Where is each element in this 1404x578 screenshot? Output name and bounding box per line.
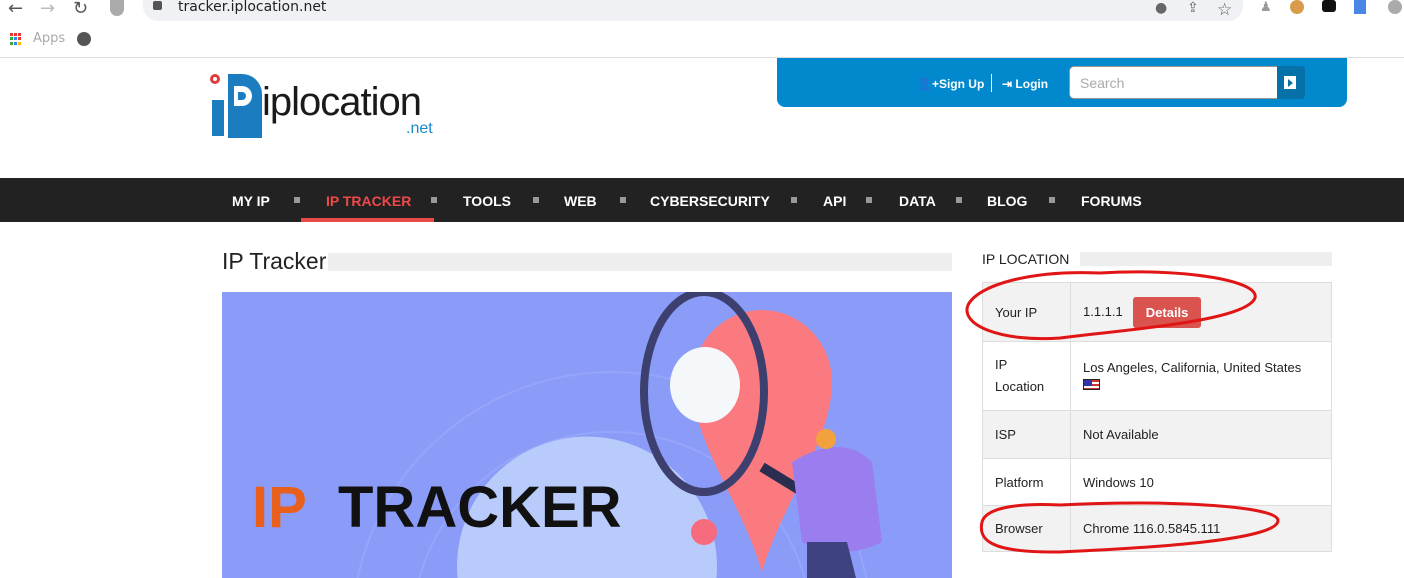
row-value: Los Angeles, California, United States <box>1070 341 1332 411</box>
nav-separator <box>956 197 962 203</box>
nav-separator <box>533 197 539 203</box>
ip-info-table: Your IP 1.1.1.1 Details IP Location Los A… <box>982 282 1332 552</box>
login-label: Login <box>1015 77 1049 91</box>
nav-ip-tracker[interactable]: IP TRACKER <box>326 193 411 209</box>
signup-link[interactable]: 👤+Sign Up <box>917 77 984 91</box>
table-row: Browser Chrome 116.0.5845.111 <box>982 505 1332 552</box>
cookie-blocked-icon[interactable]: ● <box>1155 0 1167 16</box>
nav-separator <box>866 197 872 203</box>
row-value: Not Available <box>1070 410 1332 459</box>
shield-icon[interactable] <box>110 0 124 16</box>
nav-separator <box>431 197 437 203</box>
nav-separator <box>791 197 797 203</box>
nav-my-ip[interactable]: MY IP <box>232 193 270 209</box>
nav-data[interactable]: DATA <box>899 193 936 209</box>
bookmark-star-icon[interactable]: ☆ <box>1217 0 1232 20</box>
table-row: Platform Windows 10 <box>982 458 1332 506</box>
row-label: Browser <box>982 505 1071 552</box>
translate-icon[interactable] <box>1354 0 1366 14</box>
us-flag-icon <box>1083 378 1100 390</box>
forward-icon[interactable]: → <box>40 0 55 19</box>
row-label: Platform <box>982 458 1071 506</box>
nav-separator <box>294 197 300 203</box>
lock-icon[interactable] <box>153 1 162 10</box>
search-input[interactable]: Search <box>1069 66 1279 99</box>
search-button[interactable] <box>1277 66 1305 99</box>
logo-suffix: .net <box>406 120 433 137</box>
login-link[interactable]: ⇥ Login <box>1002 77 1048 91</box>
profile-icon[interactable] <box>1388 0 1402 14</box>
page-title: IP Tracker <box>222 248 327 274</box>
globe-icon[interactable] <box>77 32 91 46</box>
title-decoration <box>1080 252 1332 266</box>
nav-tools[interactable]: TOOLS <box>463 193 511 209</box>
extension-glasses-icon[interactable] <box>1322 0 1336 12</box>
nav-web[interactable]: WEB <box>564 193 597 209</box>
nav-forums[interactable]: FORUMS <box>1081 193 1142 209</box>
row-label: ISP <box>982 410 1071 459</box>
apps-icon[interactable] <box>10 33 22 45</box>
divider <box>991 74 992 92</box>
nav-api[interactable]: API <box>823 193 846 209</box>
nav-blog[interactable]: BLOG <box>987 193 1027 209</box>
nav-separator <box>1049 197 1055 203</box>
nav-cybersecurity[interactable]: CYBERSECURITY <box>650 193 770 209</box>
row-value: Windows 10 <box>1070 458 1332 506</box>
nav-separator <box>620 197 626 203</box>
login-icon: ⇥ <box>1002 77 1013 91</box>
table-row: ISP Not Available <box>982 410 1332 459</box>
logo-text[interactable]: iplocation <box>262 80 422 125</box>
table-row: Your IP 1.1.1.1 Details <box>982 282 1332 342</box>
extension-icon[interactable]: ♟ <box>1260 0 1272 15</box>
cookie-extension-icon[interactable] <box>1290 0 1304 14</box>
banner-word-ip: IP <box>252 475 307 540</box>
title-decoration <box>328 253 952 271</box>
user-plus-icon: 👤+ <box>917 77 939 91</box>
back-icon[interactable]: ← <box>8 0 23 19</box>
row-value: Chrome 116.0.5845.111 <box>1070 505 1332 552</box>
table-row: IP Location Los Angeles, California, Uni… <box>982 341 1332 411</box>
person-illustration <box>792 447 882 552</box>
location-value: Los Angeles, California, United States <box>1083 359 1302 375</box>
active-nav-indicator <box>301 218 434 222</box>
details-button[interactable]: Details <box>1132 296 1202 328</box>
ip-tracker-banner: IP TRACKER <box>222 292 952 578</box>
row-label: IP Location <box>982 341 1071 411</box>
row-value: 1.1.1.1 Details <box>1070 282 1332 342</box>
ip-value: 1.1.1.1 <box>1083 303 1123 319</box>
signup-label: Sign Up <box>938 77 985 91</box>
apps-bookmark[interactable]: Apps <box>33 31 65 46</box>
url-text[interactable]: tracker.iplocation.net <box>178 0 326 15</box>
logo-icon[interactable] <box>208 72 264 140</box>
share-icon[interactable]: ⇪ <box>1187 0 1199 16</box>
reload-icon[interactable]: ↻ <box>73 0 88 19</box>
sidebar-title: IP LOCATION <box>982 251 1070 267</box>
row-label: Your IP <box>982 282 1071 342</box>
play-icon <box>1284 76 1296 89</box>
banner-word-tracker: TRACKER <box>338 475 622 540</box>
